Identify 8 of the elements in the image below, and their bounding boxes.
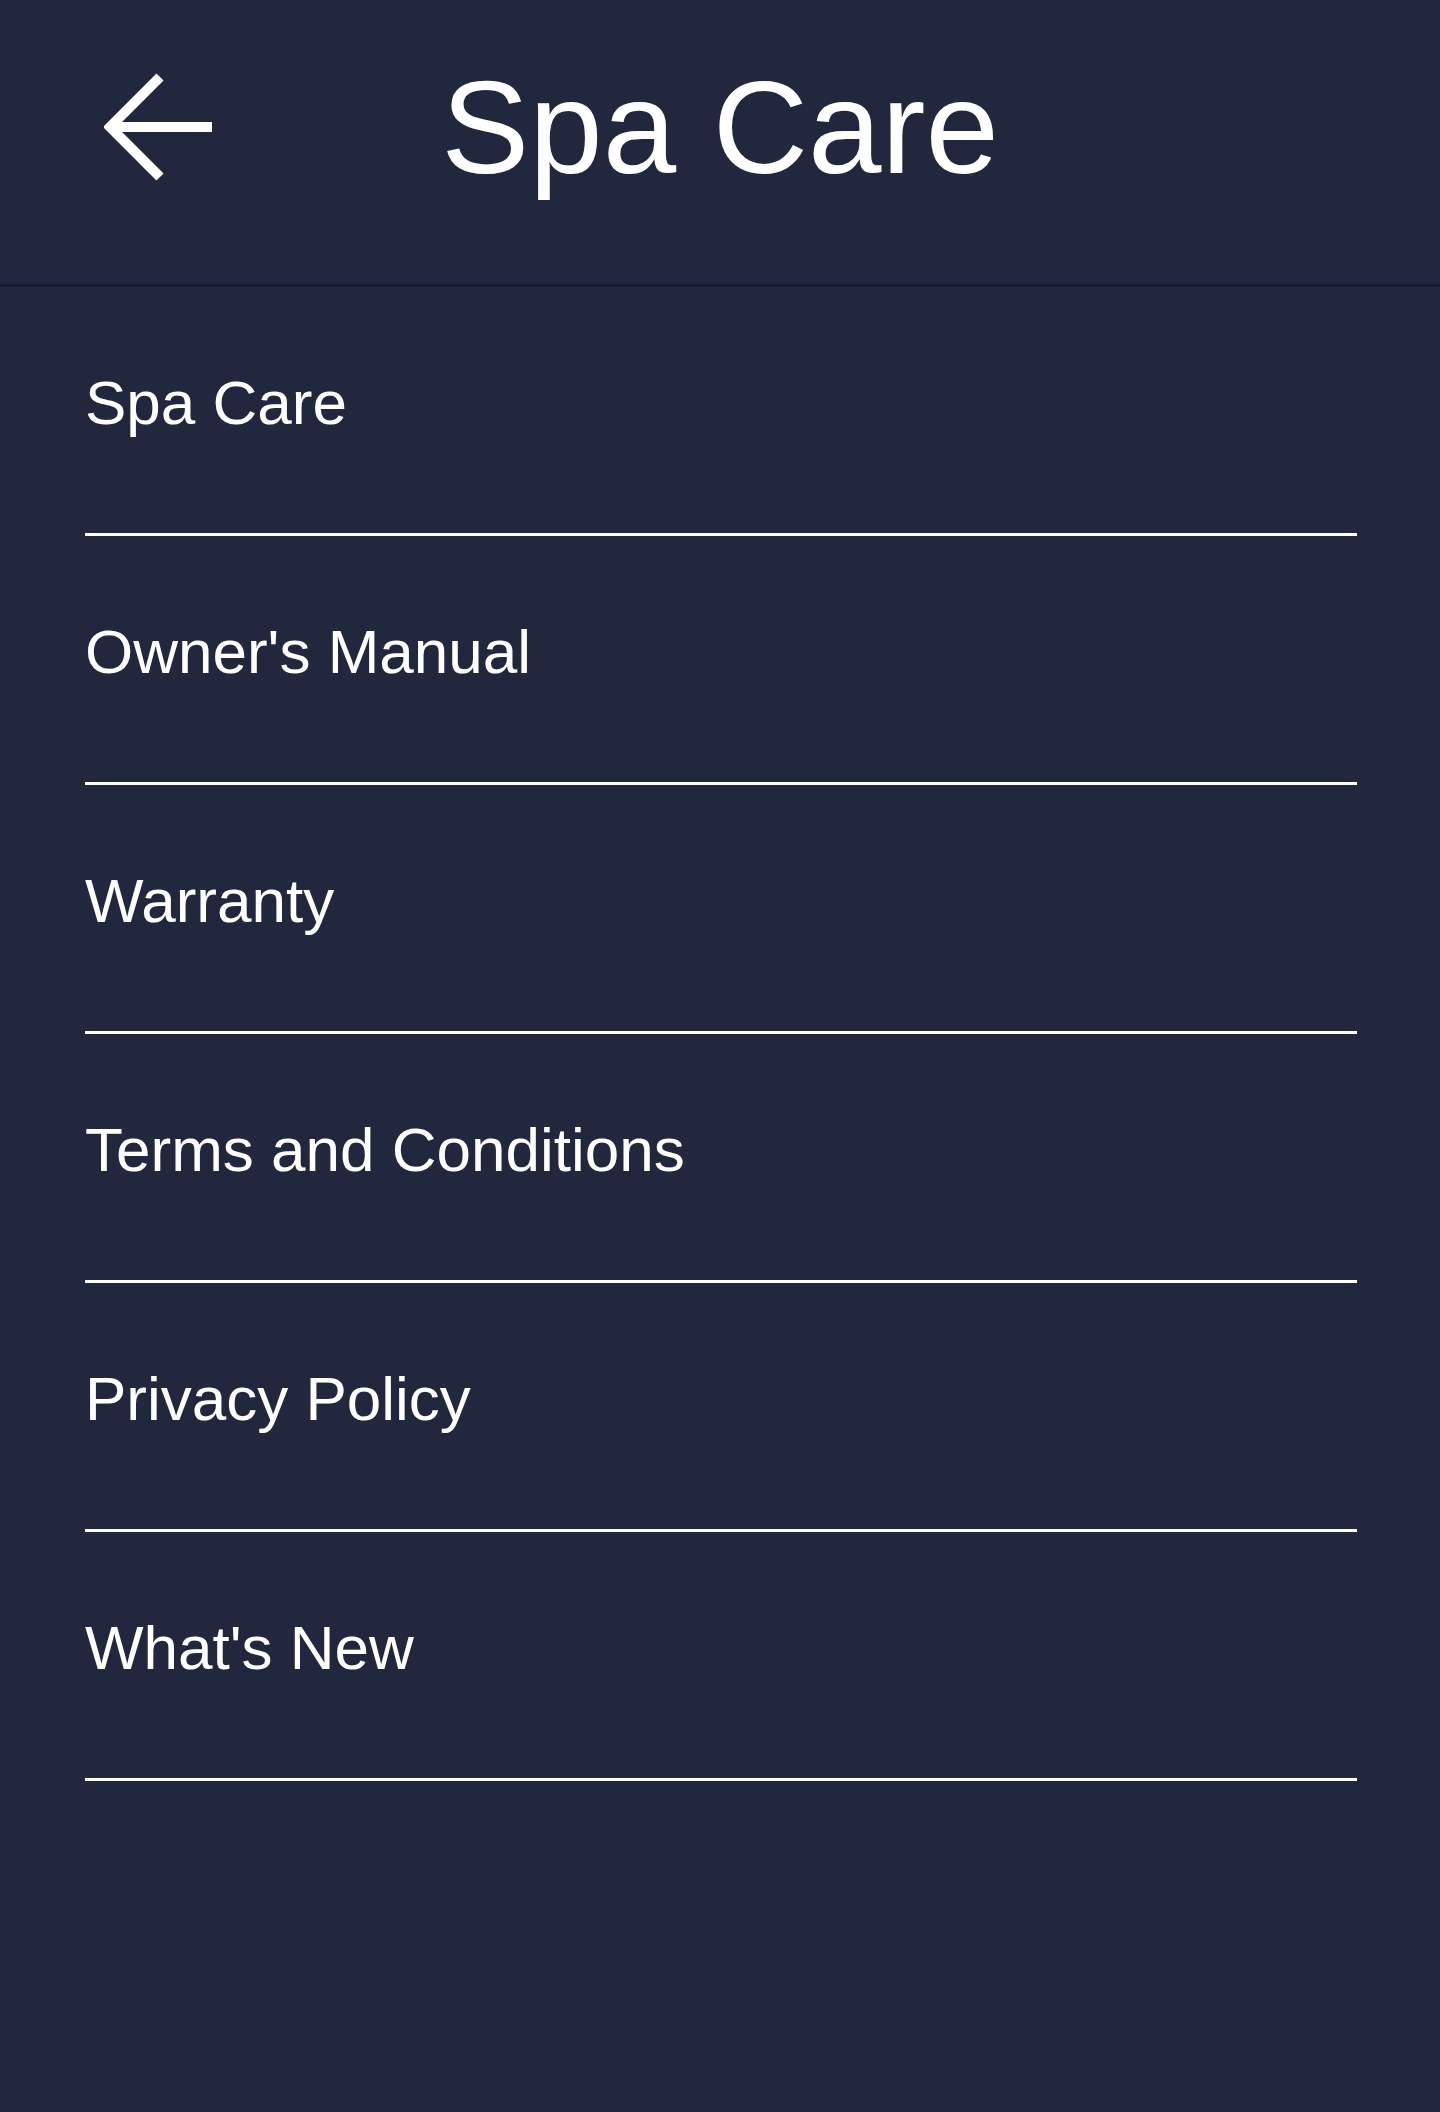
screen-title: Spa Care (440, 52, 1000, 203)
menu-item[interactable]: Terms and Conditions (85, 1034, 1357, 1283)
menu-item[interactable]: Spa Care (85, 287, 1357, 536)
menu-item[interactable]: Privacy Policy (85, 1283, 1357, 1532)
menu-item[interactable]: Owner's Manual (85, 536, 1357, 785)
menu-item[interactable]: What's New (85, 1532, 1357, 1781)
menu-item[interactable]: Warranty (85, 785, 1357, 1034)
back-arrow-icon (104, 71, 214, 183)
